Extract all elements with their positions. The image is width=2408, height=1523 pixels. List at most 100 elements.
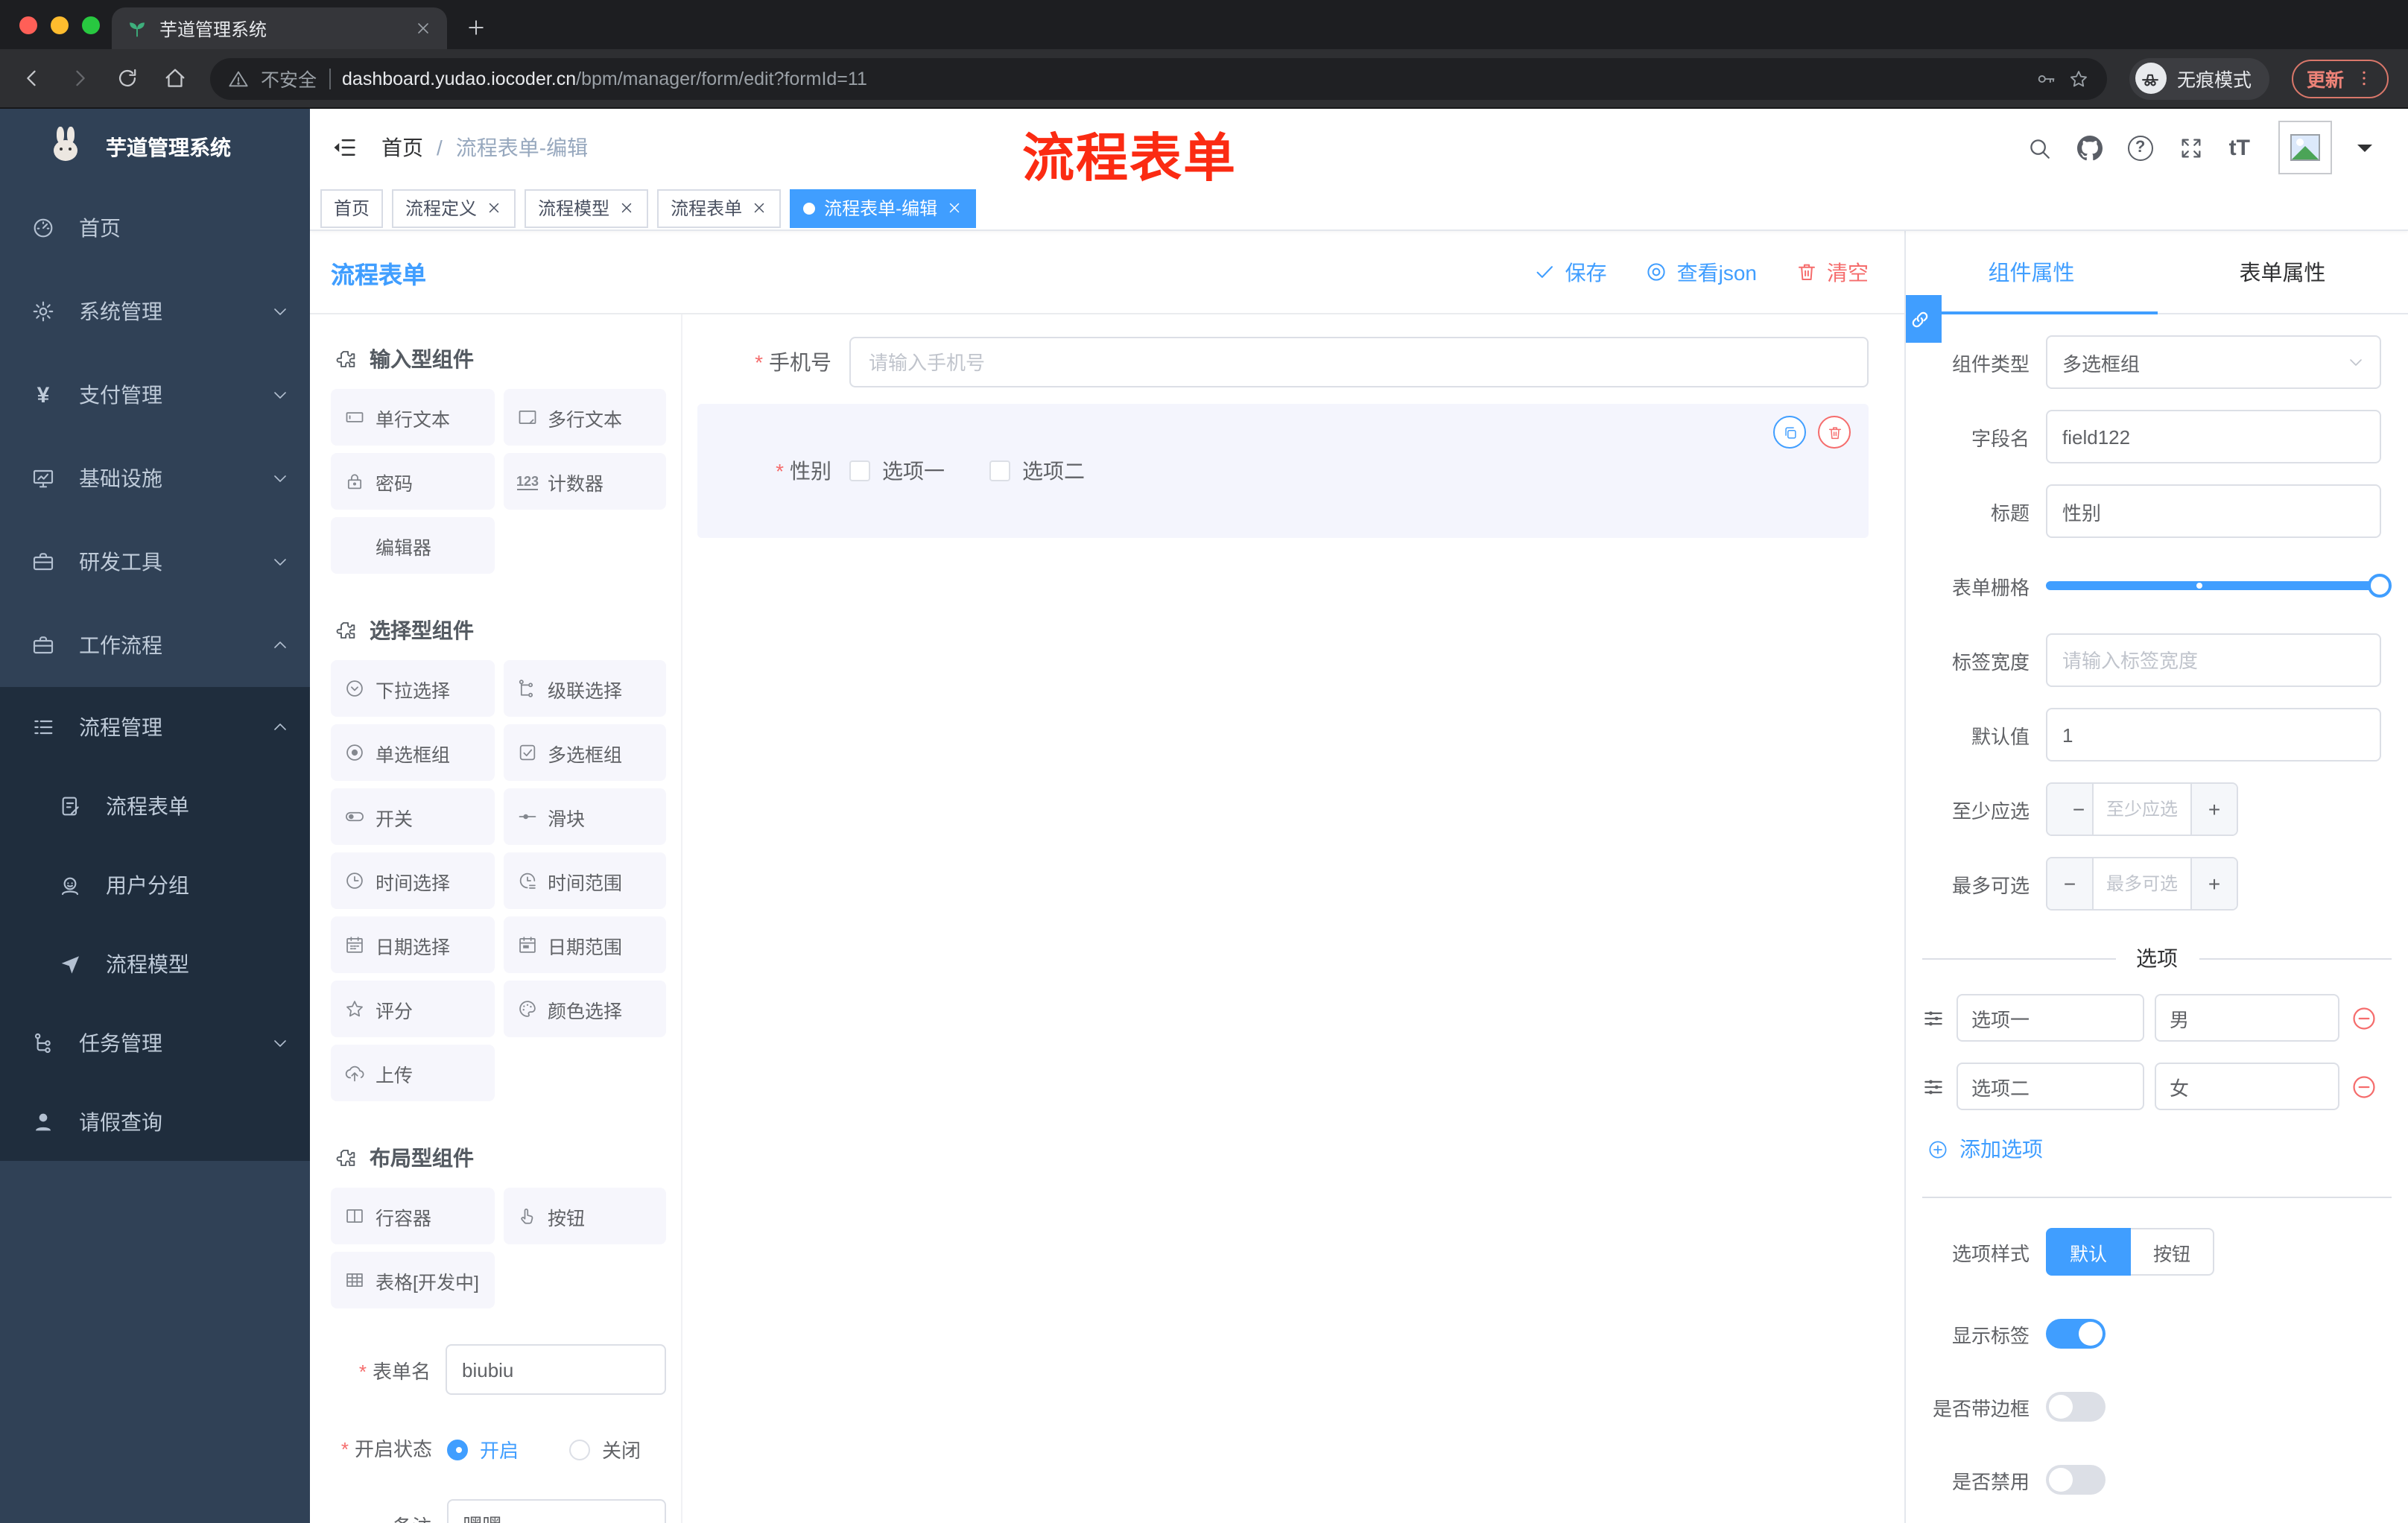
tab-component-props[interactable]: 组件属性	[1906, 231, 2157, 314]
github-icon[interactable]	[2077, 135, 2103, 160]
sidebar-item-process-form[interactable]: 流程表单	[0, 766, 310, 845]
style-default-button[interactable]: 默认	[2046, 1228, 2132, 1276]
sidebar-item-home[interactable]: 首页	[0, 186, 310, 270]
remove-option-button[interactable]	[2350, 1004, 2378, 1032]
palette-item-switch[interactable]: 开关	[331, 788, 494, 845]
drag-handle-icon[interactable]	[1921, 1005, 1946, 1030]
close-tag-icon[interactable]	[618, 200, 635, 216]
sidebar-item-task-management[interactable]: 任务管理	[0, 1003, 310, 1082]
zoom-window-button[interactable]	[82, 16, 100, 34]
delete-widget-button[interactable]	[1818, 416, 1851, 449]
sidebar-item-system[interactable]: 系统管理	[0, 270, 310, 353]
canvas-field-gender-selected[interactable]: 性别 选项一 选项二	[697, 404, 1869, 538]
clear-button[interactable]: 清空	[1796, 257, 1869, 287]
stepper-increase-button[interactable]: +	[2192, 858, 2237, 909]
browser-menu-kebab-icon[interactable]	[2354, 69, 2374, 88]
checkbox-icon[interactable]	[989, 460, 1010, 481]
phone-input[interactable]	[849, 337, 1869, 387]
palette-item-dropdown[interactable]: 下拉选择	[331, 660, 494, 717]
address-bar[interactable]: 不安全 dashboard.yudao.iocoder.cn/bpm/manag…	[210, 57, 2107, 99]
palette-item-upload[interactable]: 上传	[331, 1045, 494, 1101]
palette-item-row-container[interactable]: 行容器	[331, 1188, 494, 1244]
sidebar-item-process-management[interactable]: 流程管理	[0, 687, 310, 766]
password-key-icon[interactable]	[2035, 68, 2056, 89]
palette-item-cascade[interactable]: 级联选择	[503, 660, 666, 717]
close-tag-icon[interactable]	[751, 200, 767, 216]
default-value-input[interactable]	[2046, 708, 2381, 762]
gender-option-2[interactable]: 选项二	[989, 456, 1085, 486]
duplicate-widget-button[interactable]	[1773, 416, 1806, 449]
tag-process-form-edit-active[interactable]: 流程表单-编辑	[790, 189, 977, 227]
drag-handle-icon[interactable]	[1921, 1074, 1946, 1099]
palette-item-date-range[interactable]: 日期范围	[503, 916, 666, 973]
tab-form-props[interactable]: 表单属性	[2157, 231, 2408, 313]
user-avatar-broken-image[interactable]	[2278, 121, 2332, 174]
palette-item-checkbox-group[interactable]: 多选框组	[503, 724, 666, 781]
tag-process-form[interactable]: 流程表单	[657, 189, 782, 227]
palette-item-table[interactable]: 表格[开发中]	[331, 1252, 494, 1308]
component-type-select[interactable]: 多选框组	[2046, 335, 2381, 389]
avatar-dropdown-caret-icon[interactable]	[2357, 144, 2372, 159]
sidebar-item-process-model[interactable]: 流程模型	[0, 924, 310, 1003]
label-width-input[interactable]	[2046, 633, 2381, 687]
fullscreen-expand-icon[interactable]	[2179, 135, 2204, 160]
close-tag-icon[interactable]	[946, 200, 963, 216]
checkbox-icon[interactable]	[849, 460, 870, 481]
title-input[interactable]	[2046, 484, 2381, 538]
palette-item-date-picker[interactable]: 日期选择	[331, 916, 494, 973]
option-1-label-input[interactable]	[1956, 994, 2144, 1042]
option-2-label-input[interactable]	[1956, 1063, 2144, 1110]
canvas-field-phone[interactable]: 手机号	[682, 337, 1869, 387]
status-radio-on[interactable]: 开启	[447, 1435, 519, 1463]
sidebar-item-payment[interactable]: ¥ 支付管理	[0, 353, 310, 437]
palette-item-counter[interactable]: 123 计数器	[503, 453, 666, 510]
form-grid-slider[interactable]	[2046, 559, 2392, 612]
stepper-decrease-button[interactable]: −	[2047, 858, 2092, 909]
sidebar-item-leave-query[interactable]: 请假查询	[0, 1082, 310, 1161]
back-button[interactable]	[19, 66, 45, 91]
sidebar-item-devtools[interactable]: 研发工具	[0, 520, 310, 604]
browser-tab[interactable]: 芋道管理系统	[112, 7, 447, 49]
remove-option-button[interactable]	[2350, 1072, 2378, 1101]
palette-item-rate[interactable]: 评分	[331, 981, 494, 1037]
slider-handle[interactable]	[2368, 574, 2392, 598]
reload-button[interactable]	[115, 66, 140, 91]
close-tab-icon[interactable]	[414, 19, 432, 37]
sidebar-item-infrastructure[interactable]: 基础设施	[0, 437, 310, 520]
breadcrumb-home[interactable]: 首页	[381, 133, 423, 162]
tag-process-model[interactable]: 流程模型	[525, 189, 649, 227]
palette-item-radio-group[interactable]: 单选框组	[331, 724, 494, 781]
home-button[interactable]	[162, 66, 188, 91]
view-json-button[interactable]: 查看json	[1646, 257, 1757, 287]
search-icon[interactable]	[2027, 135, 2052, 160]
save-button[interactable]: 保存	[1534, 257, 1607, 287]
sidebar-fold-button[interactable]	[331, 134, 358, 161]
style-button-button[interactable]: 按钮	[2131, 1228, 2215, 1276]
max-select-input[interactable]	[2092, 858, 2192, 909]
stepper-increase-button[interactable]: +	[2192, 784, 2237, 835]
border-toggle[interactable]	[2046, 1392, 2106, 1422]
palette-item-multi-line-text[interactable]: 多行文本	[503, 389, 666, 446]
form-name-input[interactable]	[446, 1344, 666, 1395]
field-name-input[interactable]	[2046, 410, 2381, 463]
sidebar-item-user-group[interactable]: 用户分组	[0, 845, 310, 924]
palette-item-time-range[interactable]: 时间范围	[503, 852, 666, 909]
palette-item-button[interactable]: 按钮	[503, 1188, 666, 1244]
slider-track[interactable]	[2046, 574, 2392, 598]
show-label-toggle[interactable]	[2046, 1319, 2106, 1349]
status-radio-off[interactable]: 关闭	[569, 1435, 641, 1463]
palette-item-password[interactable]: 密码	[331, 453, 494, 510]
update-browser-button[interactable]: 更新	[2291, 59, 2389, 98]
palette-item-slider[interactable]: 滑块	[503, 788, 666, 845]
link-handle-button[interactable]	[1906, 295, 1942, 343]
bookmark-star-icon[interactable]	[2068, 68, 2089, 89]
stepper-decrease-button[interactable]: −	[2047, 784, 2092, 835]
forward-button[interactable]	[67, 66, 92, 91]
tag-process-definition[interactable]: 流程定义	[392, 189, 516, 227]
palette-item-single-line-text[interactable]: 单行文本	[331, 389, 494, 446]
min-select-input[interactable]	[2092, 784, 2192, 835]
help-question-icon[interactable]: ?	[2127, 135, 2153, 160]
add-option-button[interactable]: 添加选项	[1927, 1134, 2408, 1164]
palette-item-editor[interactable]: 编辑器	[331, 517, 494, 574]
new-tab-button[interactable]	[465, 16, 487, 39]
